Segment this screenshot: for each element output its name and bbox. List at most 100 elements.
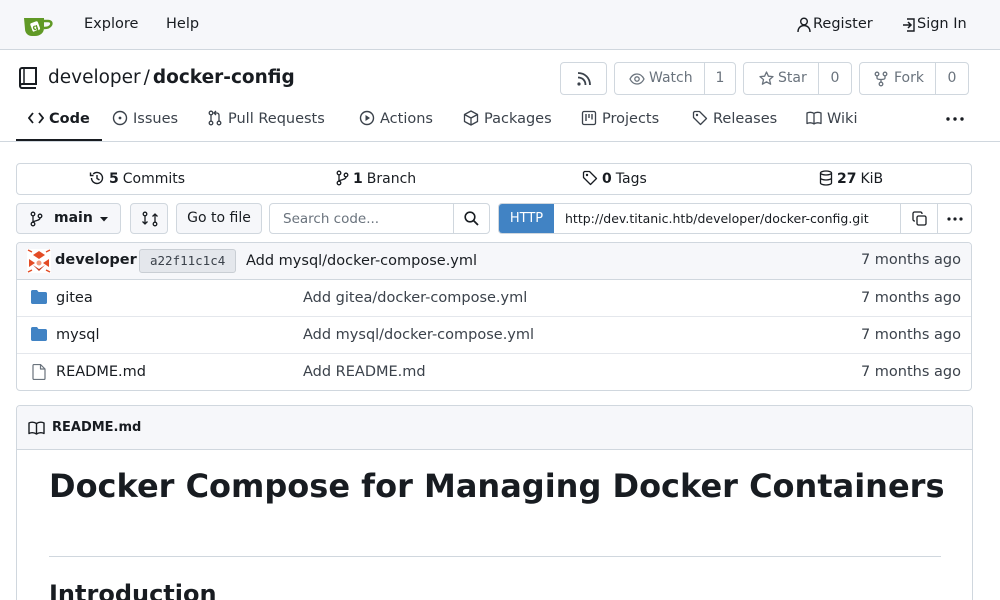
copy-icon bbox=[912, 211, 927, 226]
fork-icon bbox=[874, 71, 888, 87]
branches-count: 1 bbox=[353, 171, 363, 187]
rss-button[interactable] bbox=[560, 62, 607, 95]
tag-icon bbox=[582, 170, 598, 185]
readme-panel: README.md Docker Compose for Managing Do… bbox=[16, 405, 973, 600]
star-icon bbox=[759, 71, 774, 86]
repo-title: developer / docker-config bbox=[48, 66, 295, 90]
tag-icon bbox=[692, 110, 708, 125]
commit-author[interactable]: developer bbox=[55, 243, 137, 278]
star-label: Star bbox=[778, 70, 807, 86]
tab-wiki[interactable]: Wiki bbox=[806, 100, 857, 141]
code-search bbox=[269, 203, 490, 234]
file-name[interactable]: mysql bbox=[56, 317, 100, 353]
compare-icon bbox=[142, 211, 158, 227]
register-link[interactable]: Register bbox=[797, 0, 873, 49]
repo-stats-bar: 5 Commits 1 Branch 0 Tags 27 KiB bbox=[16, 163, 972, 195]
commits-label: Commits bbox=[122, 171, 186, 187]
file-row-mysql[interactable]: mysql Add mysql/docker-compose.yml 7 mon… bbox=[17, 317, 971, 354]
repo-tabs: Code Issues Pull Requests Actions Packag… bbox=[0, 100, 1000, 142]
top-navbar: g Explore Help Register Sign In bbox=[0, 0, 1000, 50]
tags-stat[interactable]: 0 Tags bbox=[582, 164, 647, 194]
play-icon bbox=[359, 110, 375, 125]
clone-protocol-button[interactable]: HTTP bbox=[499, 204, 554, 233]
more-icon bbox=[947, 217, 963, 221]
tab-projects[interactable]: Projects bbox=[581, 100, 659, 141]
readme-header: README.md bbox=[17, 406, 972, 450]
fork-button[interactable]: Fork 0 bbox=[859, 62, 969, 95]
commits-stat[interactable]: 5 Commits bbox=[89, 164, 185, 194]
tab-code-label: Code bbox=[49, 111, 90, 127]
file-row-readme[interactable]: README.md Add README.md 7 months ago bbox=[17, 354, 971, 390]
file-icon bbox=[32, 364, 46, 380]
commit-message[interactable]: Add mysql/docker-compose.yml bbox=[246, 243, 477, 280]
issue-icon bbox=[112, 110, 128, 125]
tab-issues[interactable]: Issues bbox=[112, 100, 178, 141]
folder-icon bbox=[31, 290, 47, 304]
more-menu-icon[interactable] bbox=[946, 117, 964, 121]
branches-stat[interactable]: 1 Branch bbox=[335, 164, 416, 194]
gitea-logo[interactable]: g bbox=[22, 11, 54, 39]
repo-separator: / bbox=[143, 67, 150, 88]
history-icon bbox=[89, 171, 104, 184]
folder-icon bbox=[31, 327, 47, 341]
branches-label: Branch bbox=[366, 171, 417, 187]
sign-in-link[interactable]: Sign In bbox=[902, 0, 967, 49]
star-button[interactable]: Star 0 bbox=[743, 62, 852, 95]
watch-label: Watch bbox=[649, 70, 693, 86]
book-icon bbox=[28, 421, 45, 435]
branch-name: main bbox=[54, 210, 93, 226]
tab-pull-requests[interactable]: Pull Requests bbox=[207, 100, 325, 141]
chevron-down-icon bbox=[100, 217, 108, 222]
package-icon bbox=[463, 109, 479, 126]
sign-in-icon bbox=[902, 17, 916, 33]
person-icon bbox=[797, 17, 811, 33]
tags-count: 0 bbox=[602, 171, 612, 187]
compare-button[interactable] bbox=[130, 203, 168, 234]
watch-count[interactable]: 1 bbox=[704, 63, 735, 94]
copy-button[interactable] bbox=[900, 204, 937, 233]
branch-icon bbox=[336, 170, 349, 185]
fork-count[interactable]: 0 bbox=[935, 63, 968, 94]
fork-label: Fork bbox=[894, 70, 924, 86]
star-count[interactable]: 0 bbox=[818, 63, 851, 94]
code-icon bbox=[28, 111, 44, 124]
size-unit: KiB bbox=[860, 171, 884, 187]
tab-packages[interactable]: Packages bbox=[463, 100, 552, 141]
commit-sha[interactable]: a22f11c1c4 bbox=[139, 249, 237, 273]
nav-explore[interactable]: Explore bbox=[84, 0, 138, 49]
sign-in-label: Sign In bbox=[917, 16, 967, 32]
readme-filename[interactable]: README.md bbox=[52, 406, 141, 449]
nav-help[interactable]: Help bbox=[166, 0, 199, 49]
repo-owner-link[interactable]: developer bbox=[48, 67, 141, 88]
tab-projects-label: Projects bbox=[602, 111, 660, 127]
file-commit-message[interactable]: Add README.md bbox=[303, 354, 426, 390]
tags-label: Tags bbox=[615, 171, 647, 187]
pull-request-icon bbox=[208, 110, 222, 125]
repo-name-link[interactable]: docker-config bbox=[153, 67, 295, 88]
size-stat: 27 KiB bbox=[819, 164, 883, 194]
file-name[interactable]: README.md bbox=[56, 354, 146, 390]
branch-selector[interactable]: main bbox=[16, 203, 121, 234]
project-icon bbox=[581, 110, 597, 125]
eye-icon bbox=[629, 73, 645, 85]
size-value: 27 bbox=[837, 171, 857, 187]
watch-button[interactable]: Watch 1 bbox=[614, 62, 736, 95]
search-input[interactable] bbox=[270, 204, 454, 233]
search-icon[interactable] bbox=[464, 211, 479, 226]
clone-more-button[interactable] bbox=[937, 204, 971, 233]
tab-actions[interactable]: Actions bbox=[359, 100, 433, 141]
file-table: developer a22f11c1c4 Add mysql/docker-co… bbox=[16, 242, 972, 391]
clone-panel: HTTP http://dev.titanic.htb/developer/do… bbox=[498, 203, 972, 234]
tab-issues-label: Issues bbox=[133, 111, 179, 127]
tab-releases[interactable]: Releases bbox=[692, 100, 777, 141]
file-row-gitea[interactable]: gitea Add gitea/docker-compose.yml 7 mon… bbox=[17, 280, 971, 317]
avatar[interactable] bbox=[27, 249, 51, 273]
register-label: Register bbox=[813, 16, 873, 32]
file-commit-message[interactable]: Add mysql/docker-compose.yml bbox=[303, 317, 534, 353]
file-commit-message[interactable]: Add gitea/docker-compose.yml bbox=[303, 280, 527, 316]
file-name[interactable]: gitea bbox=[56, 280, 93, 316]
tab-code[interactable]: Code bbox=[16, 100, 102, 141]
tab-wiki-label: Wiki bbox=[827, 111, 858, 127]
go-to-file-button[interactable]: Go to file bbox=[176, 203, 262, 234]
clone-url-field[interactable]: http://dev.titanic.htb/developer/docker-… bbox=[565, 204, 899, 233]
